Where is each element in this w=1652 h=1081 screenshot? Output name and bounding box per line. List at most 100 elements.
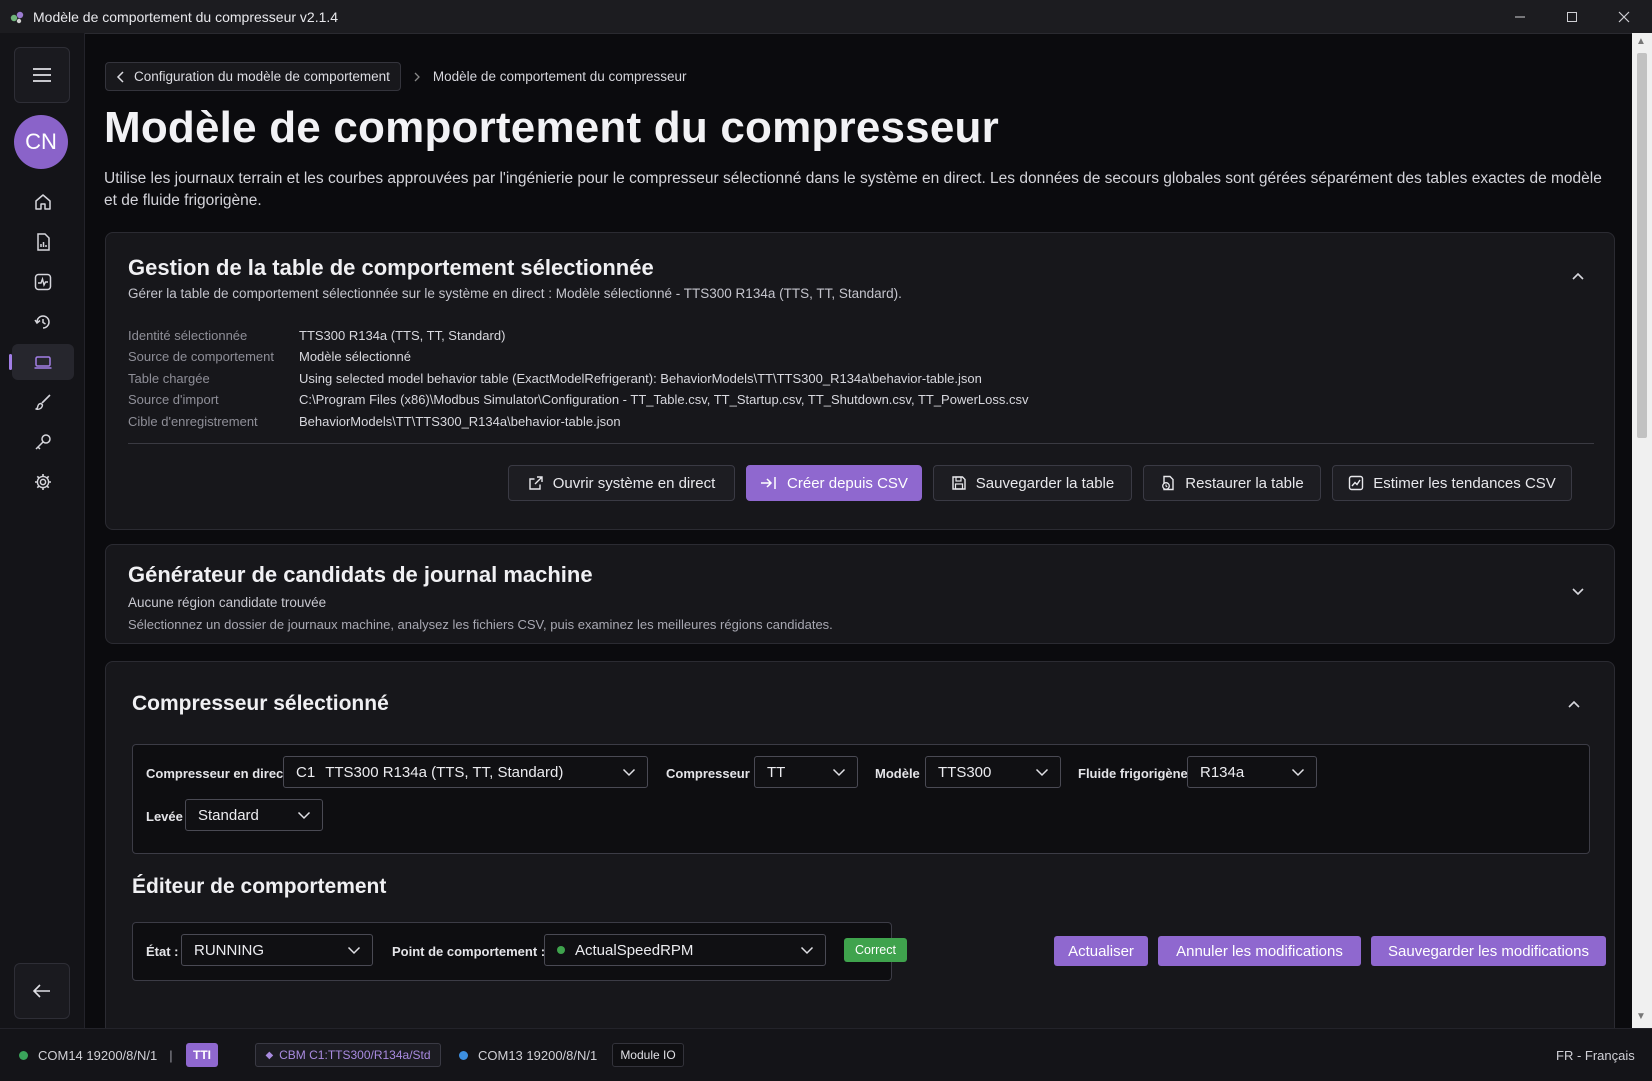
behavior-point-label: Point de comportement : xyxy=(392,944,546,959)
status-dot xyxy=(459,1050,468,1060)
save-table-button[interactable]: Sauvegarder la table xyxy=(933,465,1132,501)
home-icon xyxy=(35,194,51,210)
nav-report[interactable] xyxy=(12,224,74,260)
maximize-button[interactable] xyxy=(1546,0,1598,33)
live-compressor-code: C1 xyxy=(296,763,316,781)
maximize-icon xyxy=(1567,11,1577,22)
divider xyxy=(128,443,1594,444)
restore-table-button[interactable]: Restaurer la table xyxy=(1143,465,1321,501)
chevron-down-icon xyxy=(1291,768,1305,777)
info-value: C:\Program Files (x86)\Modbus Simulator\… xyxy=(299,392,1029,408)
table-card-title: Gestion de la table de comportement séle… xyxy=(128,255,654,280)
refrigerant-value: R134a xyxy=(1200,763,1245,781)
table-card-subtitle: Gérer la table de comportement sélection… xyxy=(128,286,902,301)
cancel-changes-button[interactable]: Annuler les modifications xyxy=(1158,936,1361,966)
nav-device[interactable] xyxy=(9,344,74,380)
behavior-point-value: ActualSpeedRPM xyxy=(575,941,694,959)
chevron-up-icon[interactable] xyxy=(1566,696,1582,712)
model-label: Modèle xyxy=(875,766,920,781)
status-dot xyxy=(557,946,565,954)
module-io-chip[interactable]: Module IO xyxy=(612,1043,684,1067)
chevron-down-icon xyxy=(622,768,636,777)
behavior-editor-frame: État : RUNNING Point de comportement : A… xyxy=(132,922,907,981)
selected-compressor-card: Compresseur sélectionné Compresseur en d… xyxy=(105,661,1615,1028)
behavior-point-select[interactable]: ActualSpeedRPM xyxy=(544,934,826,966)
compressor-value: TT xyxy=(767,763,786,781)
scroll-up-icon[interactable]: ▲ xyxy=(1636,36,1646,47)
table-management-card: Gestion de la table de comportement séle… xyxy=(105,232,1615,530)
refrigerant-select[interactable]: R134a xyxy=(1187,756,1317,788)
minimize-button[interactable] xyxy=(1494,0,1546,33)
nav-rail: CN xyxy=(0,33,85,1028)
breadcrumb-back-label: Configuration du modèle de comportement xyxy=(134,69,390,84)
model-value: TTS300 xyxy=(938,763,992,781)
chevron-right-icon xyxy=(414,72,420,81)
cbm-chip-label: CBM C1:TTS300/R134a/Std xyxy=(279,1048,431,1062)
scroll-down-icon[interactable]: ▼ xyxy=(1636,1011,1646,1022)
report-icon xyxy=(37,233,50,251)
trend-chart-icon xyxy=(1349,475,1364,491)
cbm-chip[interactable]: ◆ CBM C1:TTS300/R134a/Std xyxy=(255,1043,441,1067)
open-live-system-button[interactable]: Ouvrir système en direct xyxy=(508,465,735,501)
info-value: Modèle sélectionné xyxy=(299,349,412,365)
info-key: Source d'import xyxy=(128,392,219,408)
chevron-down-icon xyxy=(800,946,814,955)
info-key: Table chargée xyxy=(128,370,210,386)
nav-brush[interactable] xyxy=(12,384,74,420)
info-value: Using selected model behavior table (Exa… xyxy=(299,370,982,386)
save-changes-button[interactable]: Sauvegarder les modifications xyxy=(1371,936,1606,966)
separator: | xyxy=(169,1047,173,1063)
nav-key[interactable] xyxy=(12,424,74,460)
avatar[interactable]: CN xyxy=(14,115,68,169)
model-select[interactable]: TTS300 xyxy=(925,756,1061,788)
status-badge: Correct xyxy=(844,938,907,962)
log-candidate-generator-card: Générateur de candidats de journal machi… xyxy=(105,544,1615,644)
nav-history[interactable] xyxy=(12,304,74,340)
breadcrumb-back-button[interactable]: Configuration du modèle de comportement xyxy=(105,62,401,91)
page-title: Modèle de comportement du compresseur xyxy=(104,103,999,152)
diamond-icon: ◆ xyxy=(265,1049,274,1061)
generator-hint: Sélectionnez un dossier de journaux mach… xyxy=(128,617,833,632)
lift-select[interactable]: Standard xyxy=(185,799,323,831)
restore-table-label: Restaurer la table xyxy=(1185,474,1304,492)
chevron-down-icon xyxy=(832,768,846,777)
external-link-icon xyxy=(529,476,543,490)
language-indicator[interactable]: FR - Français xyxy=(1556,1029,1635,1081)
nav-home[interactable] xyxy=(12,184,74,220)
info-row: Source de comportement Modèle sélectionné xyxy=(128,346,1028,367)
generator-card-title: Générateur de candidats de journal machi… xyxy=(128,562,593,587)
refresh-button[interactable]: Actualiser xyxy=(1054,936,1148,966)
status-dot xyxy=(19,1050,28,1060)
minimize-icon xyxy=(1515,16,1525,17)
hamburger-icon xyxy=(33,68,51,82)
state-select[interactable]: RUNNING xyxy=(181,934,373,966)
save-table-label: Sauvegarder la table xyxy=(975,474,1115,492)
create-from-csv-button[interactable]: Créer depuis CSV xyxy=(746,465,922,501)
info-key: Identité sélectionnée xyxy=(128,328,248,343)
back-button[interactable] xyxy=(14,963,70,1019)
live-compressor-select[interactable]: C1 TTS300 R134a (TTS, TT, Standard) xyxy=(283,756,648,788)
brush-icon xyxy=(35,394,51,410)
menu-button[interactable] xyxy=(14,47,70,103)
port-status-com14: COM14 19200/8/N/1 | xyxy=(19,1029,173,1081)
chevron-up-icon[interactable] xyxy=(1570,268,1586,284)
info-row: Cible d'enregistrement BehaviorModels\TT\… xyxy=(128,411,1028,432)
info-row: Identité sélectionnée TTS300 R134a (TTS, … xyxy=(128,325,1028,346)
nav-settings[interactable] xyxy=(12,464,74,500)
info-key: Source de comportement xyxy=(128,349,274,365)
tti-chip[interactable]: TTI xyxy=(186,1043,218,1067)
chevron-down-icon[interactable] xyxy=(1570,584,1586,600)
page-description: Utilise les journaux terrain et les cour… xyxy=(104,170,1602,209)
arrow-left-icon xyxy=(32,984,50,998)
live-compressor-label: Compresseur en direct xyxy=(146,766,288,781)
lift-value: Standard xyxy=(198,806,259,824)
scrollbar-thumb[interactable] xyxy=(1637,53,1647,438)
chevron-down-icon xyxy=(297,811,311,820)
estimate-csv-trends-button[interactable]: Estimer les tendances CSV xyxy=(1332,465,1572,501)
key-icon xyxy=(35,434,51,450)
vertical-scrollbar[interactable]: ▲ ▼ xyxy=(1632,33,1652,1028)
nav-activity[interactable] xyxy=(12,264,74,300)
compressor-select[interactable]: TT xyxy=(754,756,858,788)
close-button[interactable] xyxy=(1598,0,1650,33)
breadcrumb: Configuration du modèle de comportement … xyxy=(105,62,687,91)
